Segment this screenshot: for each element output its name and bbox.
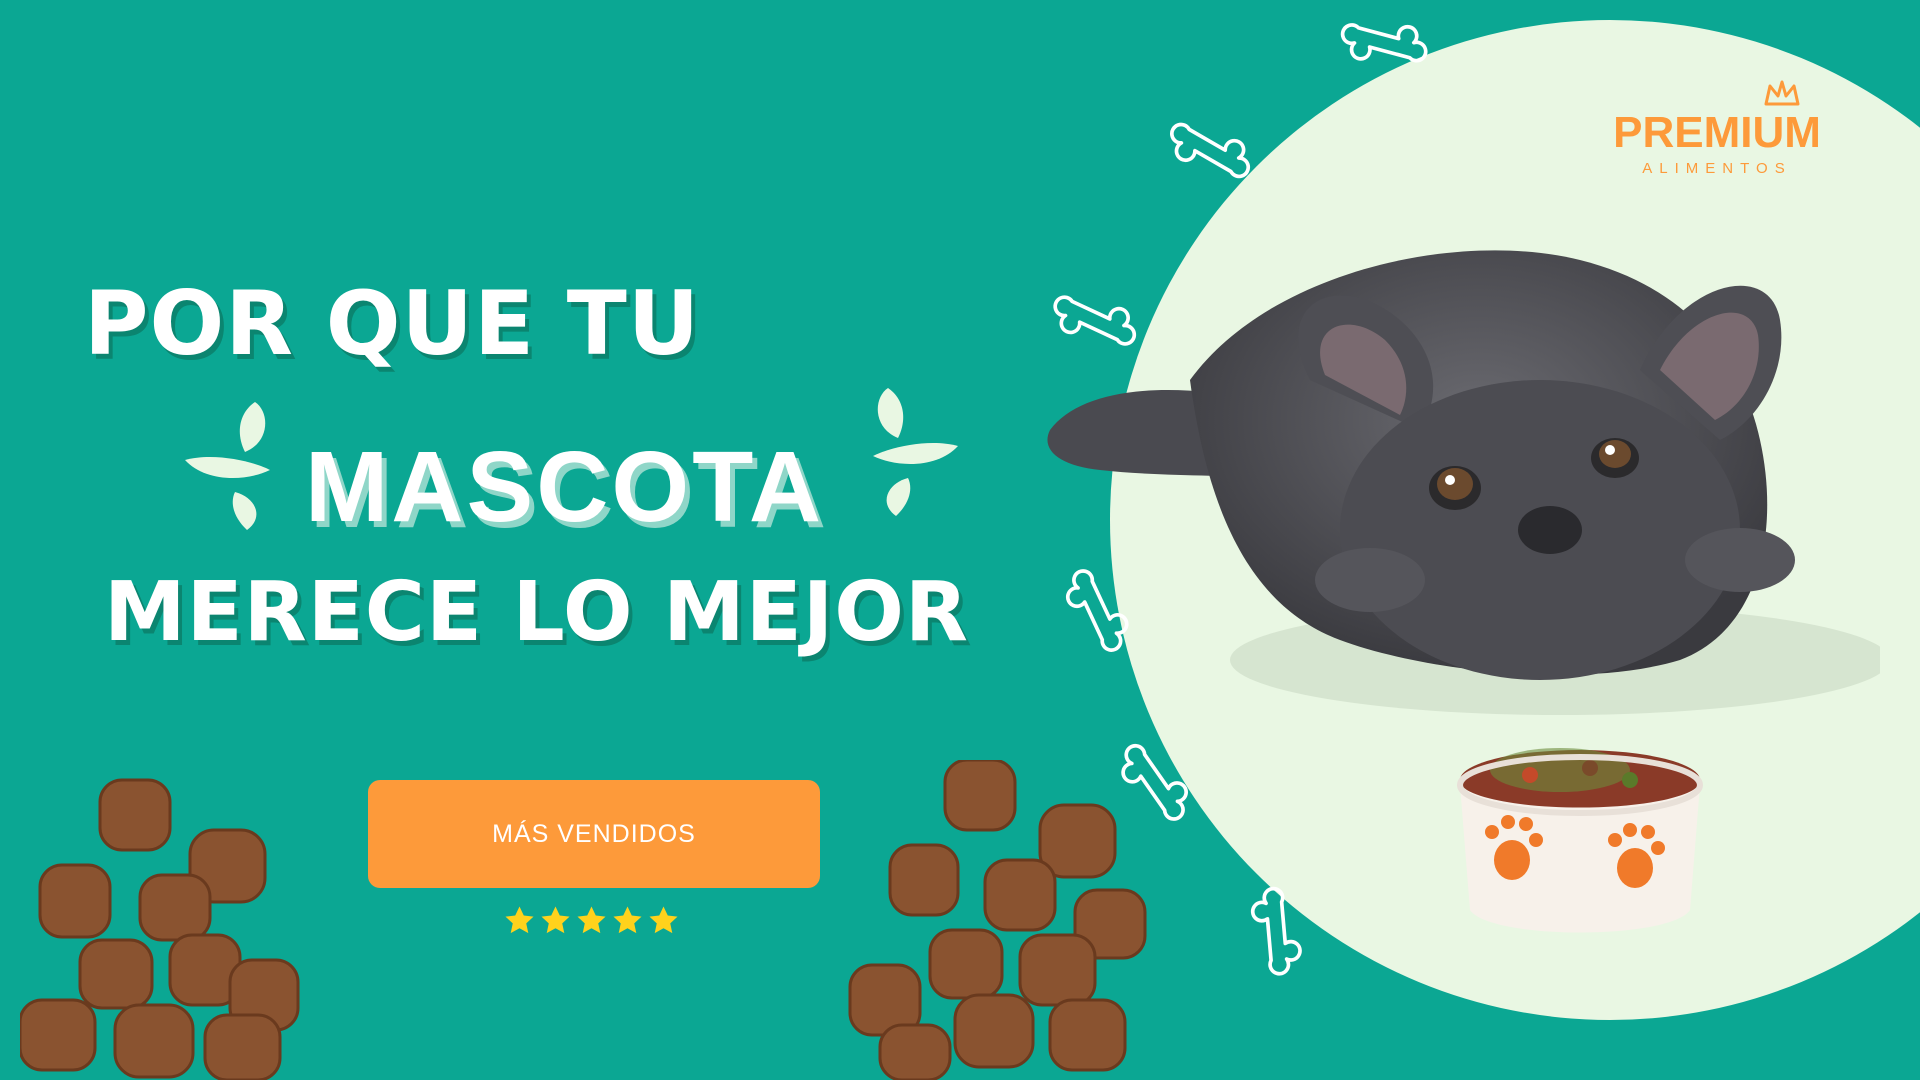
kibble-pile-left: [20, 778, 300, 1080]
headline: POR QUE TU MASCOTA MERECE LO MEJOR: [0, 0, 1100, 700]
promo-banner: PREMIUM ALIMENTOS POR QUE TU MASCOTA MER…: [0, 0, 1920, 1080]
crown-icon: [1764, 80, 1800, 106]
headline-line-3: MERECE LO MEJOR: [104, 565, 970, 660]
star-icon: [577, 906, 606, 934]
headline-line-2: MASCOTA: [305, 431, 825, 543]
splash-icon: [185, 402, 270, 530]
star-icon: [505, 906, 534, 934]
star-icon: [541, 906, 570, 934]
dog-image: [1047, 250, 1880, 715]
splash-icon: [873, 388, 958, 516]
brand-logo: PREMIUM ALIMENTOS: [1612, 78, 1822, 188]
kibble-pile-right: [848, 760, 1147, 1080]
headline-line-1: POR QUE TU: [84, 272, 701, 375]
logo-name: PREMIUM: [1613, 108, 1821, 157]
star-icon: [613, 906, 642, 934]
rating-stars: [503, 904, 685, 938]
best-sellers-button[interactable]: MÁS VENDIDOS: [368, 780, 820, 888]
logo-subtitle: ALIMENTOS: [1642, 160, 1792, 177]
food-bowl-image: [1457, 748, 1703, 933]
star-icon: [649, 906, 678, 934]
